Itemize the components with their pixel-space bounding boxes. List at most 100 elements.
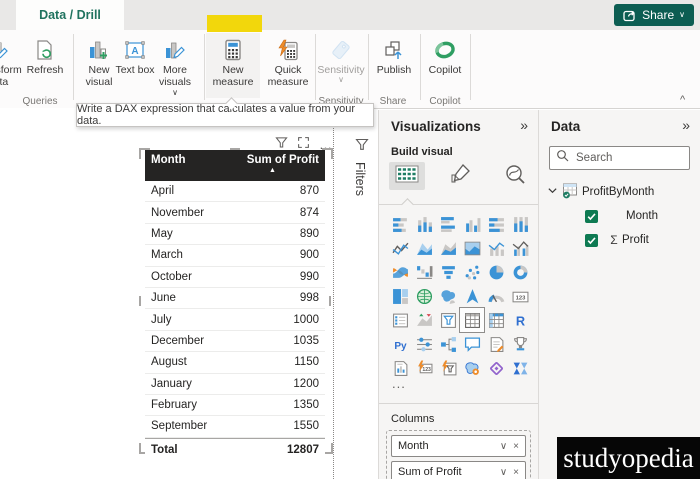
field-label[interactable]: Month (626, 210, 658, 222)
table-name[interactable]: ProfitByMonth (582, 186, 654, 198)
table-row[interactable]: August 1150 (145, 352, 325, 374)
field-checkbox[interactable] (585, 233, 598, 247)
python-visual-icon[interactable]: Py (388, 332, 412, 356)
pie-chart-icon[interactable] (484, 260, 508, 284)
card-new-icon[interactable]: 123 (412, 356, 436, 380)
matrix-icon[interactable] (484, 308, 508, 332)
remove-field-icon[interactable]: × (513, 467, 519, 478)
filters-pane-title[interactable]: Filters (353, 162, 367, 196)
cell-month: July (151, 313, 172, 326)
table-row[interactable]: October 990 (145, 267, 325, 288)
column-header-profit[interactable]: Sum of Profit (235, 150, 325, 181)
stacked-bar-chart-icon[interactable] (388, 212, 412, 236)
publish-button[interactable]: Publish (370, 33, 418, 98)
search-input[interactable] (574, 151, 683, 165)
100-stacked-area-chart-icon[interactable] (460, 236, 484, 260)
card-icon[interactable]: 123 (508, 284, 532, 308)
table-icon[interactable] (459, 307, 485, 333)
table-row[interactable]: July 1000 (145, 309, 325, 331)
collapse-ribbon-icon[interactable]: ^ (680, 94, 685, 106)
chevron-down-icon[interactable]: ∨ (500, 441, 507, 452)
field-pill[interactable]: Month ∨ × (391, 435, 526, 457)
area-chart-icon[interactable] (412, 236, 436, 260)
scatter-chart-icon[interactable] (460, 260, 484, 284)
map-icon[interactable] (412, 284, 436, 308)
report-canvas[interactable]: … Month Sum of Profit ▲ April 870 November… (0, 108, 345, 479)
100-stacked-bar-chart-icon[interactable] (484, 212, 508, 236)
power-apps-icon[interactable] (484, 356, 508, 380)
quick-measure-icon (276, 36, 300, 64)
refresh-button[interactable]: Refresh (22, 33, 68, 98)
table-row[interactable]: January 1200 (145, 374, 325, 395)
field-checkbox[interactable] (585, 209, 598, 223)
sort-ascending-icon[interactable]: ▲ (269, 167, 276, 174)
field-row-month[interactable]: Month (539, 206, 700, 226)
filled-map-icon[interactable] (436, 284, 460, 308)
tab-data-drill[interactable]: Data / Drill (16, 0, 124, 30)
metrics-icon[interactable] (508, 332, 532, 356)
table-row[interactable]: June 998 (145, 288, 325, 310)
multi-row-card-icon[interactable] (388, 308, 412, 332)
selection-handle[interactable] (139, 296, 141, 306)
table-row[interactable]: November 874 (145, 202, 325, 224)
stacked-column-chart-icon[interactable] (412, 212, 436, 236)
svg-text:123: 123 (515, 295, 525, 301)
100-stacked-column-chart-icon[interactable] (508, 212, 532, 236)
gauge-icon[interactable] (484, 284, 508, 308)
new-measure-button[interactable]: New measure (206, 33, 260, 98)
field-pill[interactable]: Sum of Profit ∨ × (391, 461, 526, 479)
table-row[interactable]: March 900 (145, 245, 325, 267)
decomposition-tree-icon[interactable] (436, 332, 460, 356)
table-tree-item[interactable]: ProfitByMonth (539, 182, 700, 202)
donut-chart-icon[interactable] (508, 260, 532, 284)
field-row-profit[interactable]: Σ Profit (539, 230, 700, 250)
qa-visual-icon[interactable] (460, 332, 484, 356)
chevron-down-icon[interactable]: ∨ (500, 467, 507, 478)
more-visuals-button[interactable]: More visuals ∨ (148, 33, 202, 98)
line-and-stacked-column-chart-icon[interactable] (484, 236, 508, 260)
table-row[interactable]: December 1035 (145, 331, 325, 353)
ribbon-chart-icon[interactable] (388, 260, 412, 284)
cell-profit: 1350 (293, 399, 319, 412)
remove-field-icon[interactable]: × (513, 441, 519, 452)
columns-field-well[interactable]: Month ∨ × Sum of Profit ∨ × (386, 430, 531, 479)
expander-chevron-icon[interactable] (547, 185, 558, 199)
line-and-clustered-column-chart-icon[interactable] (508, 236, 532, 260)
smart-narrative-icon[interactable] (484, 332, 508, 356)
power-automate-icon[interactable] (508, 356, 532, 380)
tab-build-visual[interactable] (389, 162, 425, 190)
waterfall-chart-icon[interactable] (412, 260, 436, 284)
selection-handle[interactable] (329, 296, 331, 306)
filter-icon[interactable] (355, 138, 369, 156)
collapse-pane-icon[interactable]: » (682, 117, 690, 133)
tab-format-visual[interactable] (443, 162, 479, 190)
azure-map-icon[interactable] (460, 284, 484, 308)
column-header-month[interactable]: Month (145, 150, 235, 181)
tab-analytics[interactable] (497, 162, 533, 190)
key-influencers-icon[interactable] (412, 332, 436, 356)
arcgis-map-icon[interactable] (460, 356, 484, 380)
stacked-area-chart-icon[interactable] (436, 236, 460, 260)
field-label[interactable]: Profit (622, 234, 649, 246)
clustered-column-chart-icon[interactable] (460, 212, 484, 236)
cell-profit: 1000 (293, 313, 319, 326)
quick-measure-button[interactable]: Quick measure (260, 33, 316, 98)
table-row[interactable]: February 1350 (145, 395, 325, 417)
treemap-icon[interactable] (388, 284, 412, 308)
funnel-chart-icon[interactable] (436, 260, 460, 284)
table-visual[interactable]: Month Sum of Profit ▲ April 870 November 87… (145, 150, 325, 461)
more-visual-options[interactable]: ... (392, 376, 406, 391)
share-button[interactable]: Share ∨ (614, 4, 694, 26)
table-row[interactable]: May 890 (145, 224, 325, 246)
search-box[interactable] (549, 146, 690, 170)
slicer-new-icon[interactable] (436, 356, 460, 380)
clustered-bar-chart-icon[interactable] (436, 212, 460, 236)
slicer-icon[interactable] (436, 308, 460, 332)
table-row[interactable]: April 870 (145, 181, 325, 203)
collapse-pane-icon[interactable]: » (520, 117, 528, 133)
line-chart-icon[interactable] (388, 236, 412, 260)
copilot-button[interactable]: Copilot (422, 33, 468, 98)
r-script-visual-icon[interactable]: R (508, 308, 532, 332)
table-row[interactable]: September 1550 (145, 416, 325, 438)
kpi-icon[interactable] (412, 308, 436, 332)
